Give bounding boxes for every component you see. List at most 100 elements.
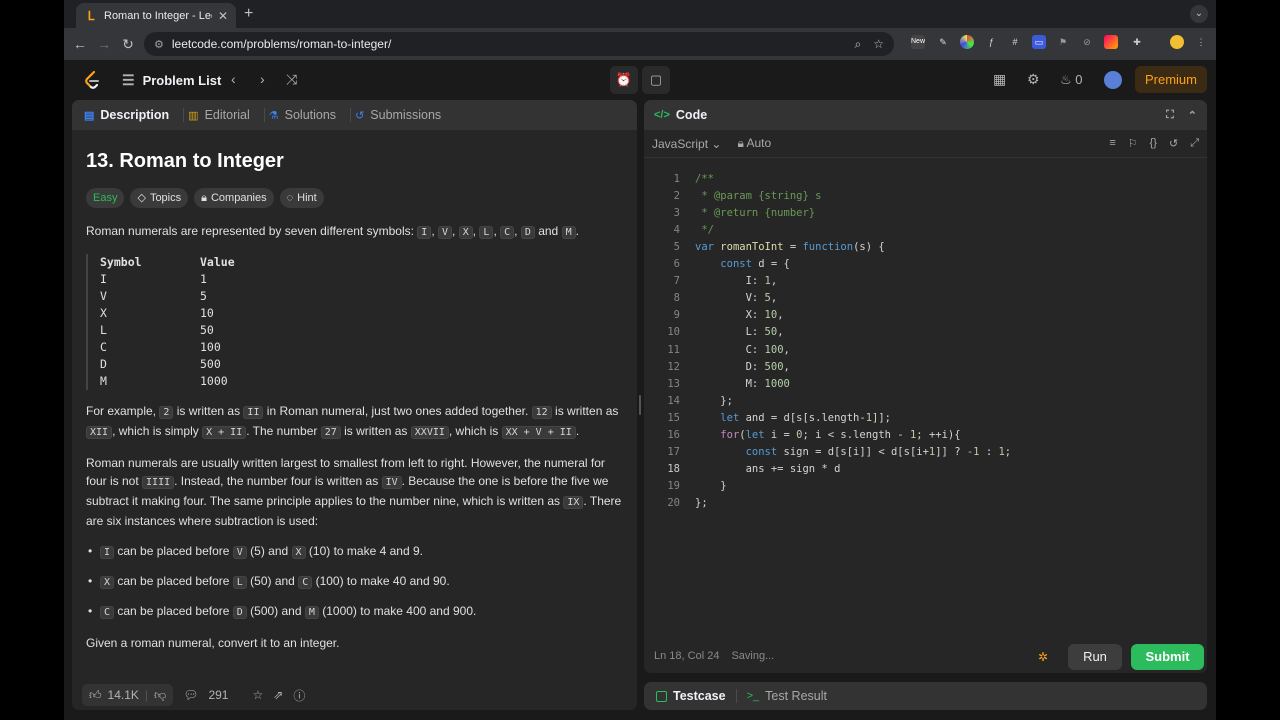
reload-icon[interactable]: ↻ bbox=[116, 36, 140, 53]
code-line[interactable]: 7 I: 1, bbox=[644, 273, 1207, 290]
code-line[interactable]: 15 let and = d[s[s.length-1]]; bbox=[644, 409, 1207, 426]
format-icon[interactable]: ≡ bbox=[1109, 137, 1115, 150]
premium-button[interactable]: Premium bbox=[1135, 66, 1207, 93]
tab-test-result[interactable]: >_ Test Result bbox=[747, 689, 827, 703]
tab-submissions[interactable]: ↺ Submissions bbox=[355, 108, 441, 122]
browser-tab[interactable]: ᒪ Roman to Integer - LeetCode ✕ bbox=[76, 3, 236, 28]
thumbs-up-icon[interactable]: 👍︎ bbox=[89, 688, 102, 703]
code-line[interactable]: 12 D: 500, bbox=[644, 358, 1207, 375]
code-line[interactable]: 8 V: 5, bbox=[644, 290, 1207, 307]
extension-new-icon[interactable]: New bbox=[911, 35, 925, 49]
shuffle-icon[interactable]: ⤨ bbox=[286, 71, 297, 88]
braces-icon[interactable]: {} bbox=[1150, 137, 1157, 150]
help-icon[interactable]: ⓘ bbox=[293, 687, 305, 704]
code-line[interactable]: 1 /** bbox=[644, 170, 1207, 187]
notes-icon[interactable]: ▢ bbox=[642, 66, 670, 94]
code-line[interactable]: 5 var romanToInt = function(s) { bbox=[644, 238, 1207, 255]
submit-button[interactable]: Submit bbox=[1131, 644, 1204, 670]
streak-counter[interactable]: ♨ 0 bbox=[1060, 72, 1083, 88]
code-line[interactable]: 14 }; bbox=[644, 392, 1207, 409]
code-text: /** bbox=[695, 172, 714, 185]
extension-gradient-icon[interactable] bbox=[1104, 35, 1118, 49]
reset-icon[interactable]: ↺ bbox=[1169, 137, 1178, 150]
prev-problem-icon[interactable]: ‹ bbox=[231, 71, 236, 87]
bookmark-icon[interactable]: ⚐ bbox=[1128, 137, 1138, 150]
leetcode-logo-icon[interactable] bbox=[82, 70, 102, 90]
comment-icon[interactable]: 💬︎ bbox=[183, 688, 198, 702]
extension-color-icon[interactable] bbox=[960, 35, 974, 49]
panel-resize-handle[interactable] bbox=[638, 100, 642, 710]
code-line[interactable]: 11 C: 100, bbox=[644, 341, 1207, 358]
code-line[interactable]: 2 * @param {string} s bbox=[644, 187, 1207, 204]
inline-code: IV bbox=[381, 476, 402, 489]
zoom-icon[interactable]: ⌕ bbox=[855, 37, 862, 52]
table-cell: 1000 bbox=[200, 374, 228, 388]
run-button[interactable]: Run bbox=[1068, 644, 1122, 670]
settings-gear-icon[interactable]: ⚙ bbox=[1027, 71, 1040, 88]
close-tab-icon[interactable]: ✕ bbox=[218, 9, 228, 23]
book-icon: ▥ bbox=[188, 109, 199, 122]
extension-grid-icon[interactable]: # bbox=[1008, 35, 1022, 49]
code-line[interactable]: 19 } bbox=[644, 478, 1207, 495]
favorite-star-icon[interactable]: ☆ bbox=[252, 688, 263, 702]
code-line[interactable]: 17 const sign = d[s[i]] < d[s[i+1]] ? -1… bbox=[644, 444, 1207, 461]
code-line[interactable]: 16 for(let i = 0; i < s.length - 1; ++i)… bbox=[644, 427, 1207, 444]
code-line[interactable]: 20}; bbox=[644, 495, 1207, 512]
extension-flag-icon[interactable]: ⚑ bbox=[1056, 35, 1070, 49]
code-line[interactable]: 13 M: 1000 bbox=[644, 375, 1207, 392]
language-select[interactable]: JavaScript ⌄ bbox=[652, 137, 721, 151]
code-line[interactable]: 10 L: 50, bbox=[644, 324, 1207, 341]
code-editor[interactable]: 1/** 2 * @param {string} s3 * @return {nu… bbox=[644, 166, 1207, 636]
new-tab-icon[interactable]: + bbox=[244, 5, 253, 23]
address-bar[interactable]: ⚙ leetcode.com/problems/roman-to-integer… bbox=[144, 32, 894, 56]
extension-fx-icon[interactable]: ƒ bbox=[984, 35, 998, 49]
topics-chip[interactable]: ◇ Topics bbox=[130, 188, 189, 208]
table-cell: 10 bbox=[200, 306, 214, 320]
list-icon[interactable]: ☰ bbox=[122, 72, 135, 89]
back-icon[interactable]: ← bbox=[68, 36, 92, 52]
tab-solutions[interactable]: ⚗ Solutions bbox=[269, 108, 336, 122]
tab-description[interactable]: ▤ Description bbox=[84, 108, 169, 122]
tab-editorial[interactable]: ▥ Editorial bbox=[188, 108, 250, 122]
problem-title[interactable]: 13. Roman to Integer bbox=[86, 148, 623, 174]
tab-testcase[interactable]: Testcase bbox=[656, 689, 726, 703]
collapse-icon[interactable]: ⌃ bbox=[1188, 109, 1197, 122]
site-info-icon[interactable]: ⚙ bbox=[154, 38, 164, 51]
auto-mode[interactable]: 🔒︎ Auto bbox=[737, 136, 771, 151]
layout-icon[interactable]: ▦ bbox=[993, 71, 1006, 88]
line-number: 18 bbox=[667, 463, 680, 476]
text: . Instead, the number four is written as bbox=[174, 474, 382, 488]
code-line[interactable]: 6 const d = { bbox=[644, 256, 1207, 273]
next-problem-icon[interactable]: › bbox=[260, 71, 265, 87]
extension-blue-icon[interactable]: ▭ bbox=[1032, 35, 1046, 49]
editor-status-bar: Ln 18, Col 24 Saving... bbox=[644, 640, 1207, 672]
comment-count[interactable]: 291 bbox=[208, 688, 228, 702]
forward-icon[interactable]: → bbox=[92, 36, 116, 52]
profile-avatar-icon[interactable] bbox=[1170, 35, 1184, 49]
browser-menu-icon[interactable]: ⋮ bbox=[1194, 35, 1208, 49]
table-cell: D bbox=[100, 357, 107, 371]
code-line[interactable]: 4 */ bbox=[644, 221, 1207, 238]
companies-chip[interactable]: 🔒︎ Companies bbox=[194, 188, 274, 208]
thumbs-down-icon[interactable]: 👎︎ bbox=[154, 688, 166, 703]
hint-chip[interactable]: ◌ Hint bbox=[279, 188, 324, 208]
table-cell: M bbox=[100, 374, 107, 388]
maximize-icon[interactable]: ⛶ bbox=[1166, 109, 1174, 122]
code-line[interactable]: 9 X: 10, bbox=[644, 307, 1207, 324]
code-panel-controls: ⛶ ⌃ bbox=[1166, 109, 1197, 122]
extension-pen-icon[interactable]: ✎ bbox=[936, 35, 950, 49]
fullscreen-icon[interactable]: ⤢ bbox=[1190, 137, 1199, 150]
table-cell: V bbox=[100, 289, 107, 303]
tab-search-icon[interactable]: ⌄ bbox=[1190, 5, 1208, 23]
code-line[interactable]: 3 * @return {number} bbox=[644, 204, 1207, 221]
user-avatar[interactable] bbox=[1104, 71, 1122, 89]
table-cell: 500 bbox=[200, 357, 221, 371]
code-line[interactable]: 18 ans += sign * d bbox=[644, 461, 1207, 478]
debugger-icon[interactable]: ✲ bbox=[1038, 650, 1048, 664]
extensions-puzzle-icon[interactable]: ✚ bbox=[1130, 35, 1144, 49]
share-icon[interactable]: ⇗ bbox=[273, 688, 283, 702]
problem-list-link[interactable]: Problem List bbox=[143, 73, 222, 88]
extension-block-icon[interactable]: ⊘ bbox=[1080, 35, 1094, 49]
timer-icon[interactable]: ⏰ bbox=[610, 66, 638, 94]
bookmark-star-icon[interactable]: ☆ bbox=[873, 37, 884, 51]
